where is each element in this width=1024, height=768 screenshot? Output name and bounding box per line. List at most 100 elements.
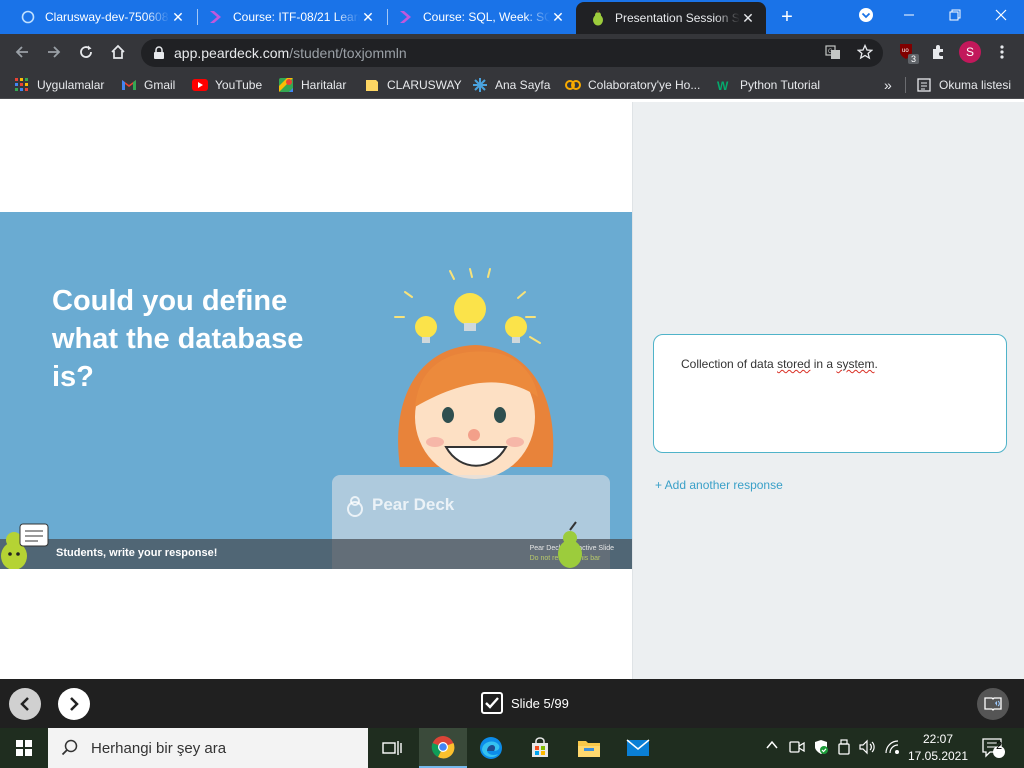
- back-button[interactable]: [8, 38, 36, 66]
- usb-tray-icon[interactable]: [837, 739, 851, 758]
- url-host: app.peardeck.com: [174, 45, 290, 61]
- edge-taskbar-button[interactable]: [467, 728, 515, 768]
- immersive-reader-button[interactable]: [977, 688, 1009, 720]
- new-tab-button[interactable]: +: [772, 0, 802, 34]
- restore-icon: [949, 9, 961, 21]
- chrome-icon: [431, 736, 455, 759]
- response-textbox[interactable]: Collection of data stored in a system.: [653, 334, 1007, 453]
- file-explorer-taskbar-button[interactable]: [565, 728, 613, 768]
- tab-clarusway-dev[interactable]: Clarusway-dev-750608 ✕: [0, 0, 196, 34]
- laptop-brand: Pear Deck: [372, 495, 455, 514]
- colab-icon: [565, 77, 581, 93]
- slide-question: Could you define what the database is?: [52, 285, 304, 393]
- puzzle-icon: [933, 45, 943, 59]
- slide-instruction-bar: Students, write your response! Pear Deck…: [0, 539, 632, 569]
- spark-icon: [472, 77, 488, 93]
- svg-text:uo: uo: [902, 48, 909, 54]
- tab-course-itf[interactable]: Course: ITF-08/21 Learn ✕: [188, 0, 386, 34]
- bookmark-ana-sayfa[interactable]: Ana Sayfa: [472, 76, 550, 94]
- mail-taskbar-button[interactable]: [614, 728, 662, 768]
- translate-icon[interactable]: G: [825, 44, 841, 60]
- previous-slide-button[interactable]: [9, 688, 41, 720]
- show-hidden-icons-button[interactable]: [765, 738, 779, 755]
- checkbox-icon: [481, 692, 503, 714]
- task-view-button[interactable]: [368, 728, 416, 768]
- arrow-right-icon: [48, 46, 61, 58]
- restore-window-button[interactable]: [932, 0, 978, 30]
- tab-title: Course: ITF-08/21 Learn: [233, 10, 360, 24]
- pear-favicon-icon: [590, 10, 606, 26]
- ublock-extension-button[interactable]: uo 3: [893, 38, 921, 66]
- close-tab-icon[interactable]: ✕: [740, 10, 756, 27]
- extensions-button[interactable]: [924, 38, 952, 66]
- tab-presentation-session[interactable]: Presentation Session Stu ✕: [576, 2, 766, 34]
- svg-text:W: W: [717, 79, 729, 91]
- taskbar-search-input[interactable]: Herhangi bir şey ara: [48, 728, 368, 768]
- next-slide-button[interactable]: [58, 688, 90, 720]
- home-button[interactable]: [104, 38, 132, 66]
- more-bookmarks-button[interactable]: »: [884, 76, 892, 94]
- course-favicon-icon: [208, 9, 224, 25]
- bookmark-label: CLARUSWAY: [387, 78, 462, 92]
- reading-list-button[interactable]: Okuma listesi: [916, 76, 1011, 94]
- chevron-left-icon: [20, 697, 29, 711]
- minimize-window-button[interactable]: [886, 0, 932, 30]
- double-chevron-icon: »: [884, 77, 892, 93]
- tab-course-sql[interactable]: Course: SQL, Week: SQL ✕: [378, 0, 576, 34]
- address-bar[interactable]: app.peardeck.com/student/toxjommln G: [141, 39, 883, 67]
- shield-icon: [815, 740, 828, 754]
- w3-icon: W: [717, 77, 733, 93]
- wifi-tray-icon[interactable]: [884, 739, 902, 758]
- close-window-button[interactable]: [978, 0, 1024, 30]
- taskbar-clock[interactable]: 22:07 17.05.2021: [906, 731, 970, 765]
- task-view-icon: [382, 741, 402, 755]
- bookmark-colaboratory[interactable]: Colaboratory'ye Ho...: [565, 76, 700, 94]
- slide-counter: Slide 5/99: [481, 692, 569, 714]
- close-tab-icon[interactable]: ✕: [170, 9, 186, 26]
- bookmark-maps[interactable]: Haritalar: [278, 76, 346, 94]
- immersive-reader-icon: [984, 697, 1002, 711]
- bookmark-youtube[interactable]: YouTube: [192, 76, 262, 94]
- bookmark-apps[interactable]: Uygulamalar: [14, 76, 104, 94]
- meet-now-tray-icon[interactable]: [789, 739, 805, 758]
- start-button[interactable]: [0, 728, 48, 768]
- close-tab-icon[interactable]: ✕: [360, 9, 376, 26]
- tab-search-button[interactable]: [843, 0, 889, 30]
- bookmark-label: Gmail: [144, 78, 176, 92]
- close-tab-icon[interactable]: ✕: [550, 9, 566, 26]
- bookmark-gmail[interactable]: Gmail: [121, 76, 175, 94]
- bookmark-star-icon[interactable]: [857, 44, 873, 60]
- profile-button[interactable]: S: [956, 38, 984, 66]
- notification-count: 2: [995, 740, 1003, 752]
- reload-icon: [80, 45, 92, 58]
- avatar: S: [959, 41, 981, 63]
- pear-small-icon: [558, 521, 582, 568]
- reading-list-label: Okuma listesi: [939, 78, 1012, 92]
- action-center-button[interactable]: 2: [982, 737, 1006, 762]
- gmail-icon: [121, 77, 137, 93]
- bookmark-label: Colaboratory'ye Ho...: [588, 78, 701, 92]
- bookmark-label: YouTube: [215, 78, 263, 92]
- bookmark-clarusway-folder[interactable]: CLARUSWAY: [364, 76, 462, 94]
- reload-button[interactable]: [72, 38, 100, 66]
- svg-text:G: G: [828, 49, 833, 55]
- apps-grid-icon: [14, 77, 30, 93]
- wifi-icon: [885, 740, 899, 754]
- store-taskbar-button[interactable]: [516, 728, 564, 768]
- usb-drive-icon: [838, 739, 850, 755]
- mail-icon: [626, 739, 650, 756]
- response-text-part: .: [874, 357, 878, 371]
- volume-tray-icon[interactable]: [859, 739, 877, 758]
- forward-button[interactable]: [40, 38, 68, 66]
- url-text: app.peardeck.com/student/toxjommln: [174, 45, 407, 61]
- add-another-response-link[interactable]: + Add another response: [655, 478, 783, 492]
- security-tray-icon[interactable]: [813, 739, 829, 758]
- response-pane: Collection of data stored in a system. +…: [632, 102, 1024, 679]
- bookmark-python-tutorial[interactable]: W Python Tutorial: [717, 76, 820, 94]
- chrome-taskbar-button[interactable]: [419, 728, 467, 768]
- kebab-menu-icon: [1000, 45, 1004, 59]
- reading-list-icon: [916, 77, 932, 93]
- chevron-right-icon: [70, 697, 79, 711]
- bookmark-label: Ana Sayfa: [495, 78, 551, 92]
- browser-menu-button[interactable]: [988, 38, 1016, 66]
